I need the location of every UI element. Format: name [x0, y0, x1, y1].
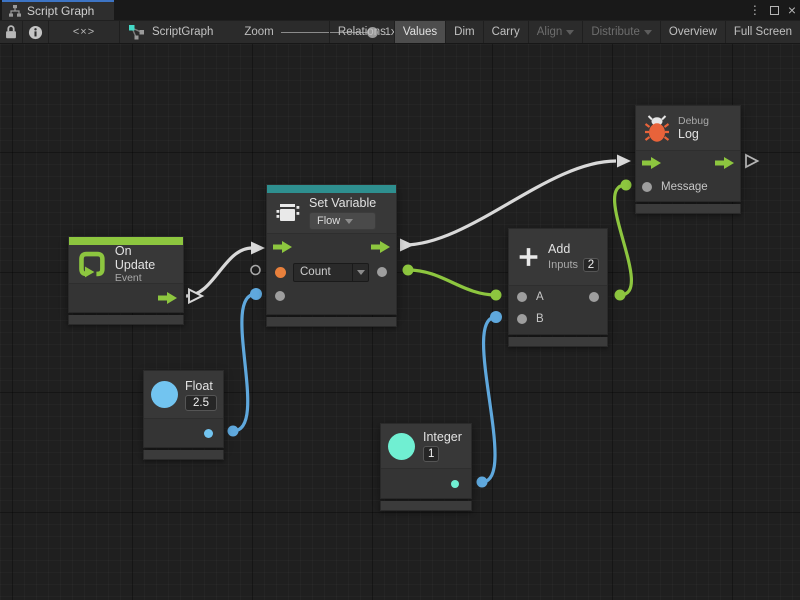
unconnected-port-circle-icon	[251, 266, 260, 275]
node-title: Add	[548, 242, 599, 256]
node-title: Set Variable	[309, 196, 376, 210]
node-on-update[interactable]: On Update Event	[68, 236, 184, 325]
input-port-b[interactable]	[517, 314, 527, 324]
node-footer	[635, 204, 741, 214]
align-button[interactable]: Align	[528, 21, 583, 43]
wire-value-add-debug-message[interactable]	[615, 185, 632, 295]
chevron-down-icon	[566, 30, 574, 35]
input-port-a[interactable]	[517, 292, 527, 302]
wire-cap	[490, 311, 502, 323]
float-circle-icon	[151, 381, 178, 408]
node-footer	[68, 315, 184, 325]
chevron-down-icon	[644, 30, 652, 35]
code-view-toggle[interactable]: <×>	[49, 21, 120, 43]
graph-toolbar: <×> ScriptGraph Zoom 1x Relations	[0, 20, 800, 44]
flow-output-port[interactable]	[715, 157, 734, 169]
wire-value-setvariable-add-a[interactable]	[408, 270, 496, 295]
tab-script-graph[interactable]: Script Graph	[2, 0, 114, 20]
wire-cap	[250, 288, 262, 300]
loop-icon	[77, 249, 107, 279]
node-title: On Update	[115, 244, 175, 272]
wire-cap	[477, 477, 488, 488]
wire-cap	[403, 265, 414, 276]
node-footer	[143, 450, 224, 460]
integer-circle-icon	[388, 433, 415, 460]
wire-cap	[228, 426, 239, 437]
node-set-variable[interactable]: Set Variable Flow	[266, 184, 397, 327]
hierarchy-icon	[8, 5, 22, 17]
info-button[interactable]	[23, 21, 49, 43]
wire-start-arrow-icon	[400, 239, 414, 252]
variable-ref-input-port[interactable]	[275, 267, 286, 278]
wire-end-arrow-icon	[251, 242, 265, 255]
value-output-port[interactable]	[377, 267, 387, 277]
flow-input-port[interactable]	[642, 157, 661, 169]
sum-output-port[interactable]	[589, 292, 599, 302]
graph-name-label: ScriptGraph	[152, 26, 213, 38]
graph-canvas[interactable]: On Update Event	[0, 44, 800, 600]
wire-cap	[491, 290, 502, 301]
unconnected-flow-triangle-icon	[746, 155, 758, 167]
script-graph-window: Script Graph ⋮ ×	[0, 0, 800, 600]
lock-button[interactable]	[0, 21, 23, 43]
relations-button[interactable]: Relations	[329, 21, 394, 43]
node-footer	[380, 501, 472, 511]
variable-icon	[275, 200, 301, 226]
integer-output-port[interactable]	[451, 480, 459, 488]
node-subtitle: Event	[115, 272, 175, 284]
distribute-button[interactable]: Distribute	[582, 21, 660, 43]
wire-end-arrow-icon	[617, 155, 631, 168]
code-toggle-icon: <×>	[73, 26, 95, 38]
inputs-count-field[interactable]: 2	[583, 258, 599, 272]
node-add[interactable]: Add Inputs 2 A	[508, 228, 608, 347]
values-button[interactable]: Values	[394, 21, 445, 43]
float-output-port[interactable]	[204, 429, 213, 438]
float-value-field[interactable]: 2.5	[185, 395, 217, 411]
wire-flow-onupdate-setvariable[interactable]	[186, 248, 252, 296]
node-float[interactable]: Float 2.5	[143, 370, 224, 460]
flow-output-port[interactable]	[158, 292, 177, 304]
zoom-label: Zoom	[244, 26, 273, 38]
overview-button[interactable]: Overview	[660, 21, 725, 43]
message-input-port[interactable]	[642, 182, 652, 192]
node-debug-log[interactable]: Debug Log	[635, 105, 741, 214]
fullscreen-button[interactable]: Full Screen	[725, 21, 800, 43]
integer-value-field[interactable]: 1	[423, 446, 439, 462]
carry-button[interactable]: Carry	[483, 21, 528, 43]
node-category: Debug	[678, 115, 709, 127]
wire-value-float-setvariable[interactable]	[233, 294, 256, 431]
chevron-down-icon	[357, 270, 365, 275]
lock-icon	[2, 23, 20, 41]
title-bar: Script Graph ⋮ ×	[0, 0, 800, 20]
variable-kind-dropdown[interactable]: Flow	[309, 212, 376, 230]
tab-title: Script Graph	[27, 4, 94, 18]
node-footer	[266, 317, 397, 327]
node-title: Integer	[423, 430, 462, 444]
node-title: Float	[185, 379, 217, 393]
chevron-down-icon	[345, 219, 353, 224]
wire-value-integer-add-b[interactable]	[482, 317, 496, 482]
node-accent-strip	[267, 185, 396, 193]
close-icon[interactable]: ×	[788, 0, 796, 20]
wire-cap	[615, 290, 626, 301]
maximize-icon[interactable]	[770, 6, 779, 15]
flow-output-port[interactable]	[371, 241, 390, 253]
info-icon	[28, 25, 43, 40]
node-footer	[508, 337, 608, 347]
window-menu-icon[interactable]: ⋮	[749, 0, 761, 20]
dim-button[interactable]: Dim	[445, 21, 482, 43]
node-integer[interactable]: Integer 1	[380, 423, 472, 511]
node-title: Log	[678, 127, 709, 141]
bug-icon	[644, 114, 670, 143]
inputs-label: Inputs	[548, 259, 578, 271]
script-graph-icon	[128, 24, 145, 40]
plus-icon	[517, 244, 540, 270]
value-input-port[interactable]	[275, 291, 285, 301]
variable-name-dropdown[interactable]: Count	[293, 263, 369, 282]
wire-cap	[621, 180, 632, 191]
flow-input-port[interactable]	[273, 241, 292, 253]
